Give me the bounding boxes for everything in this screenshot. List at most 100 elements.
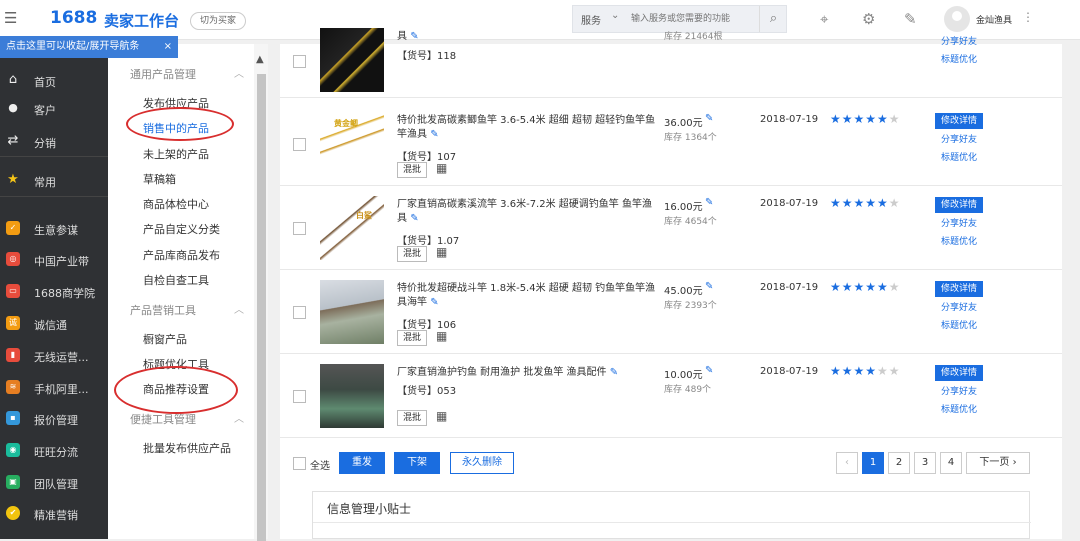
- resend-button[interactable]: 重发: [339, 452, 385, 474]
- sub-item-health-check[interactable]: 商品体检中心: [143, 196, 209, 212]
- share-link[interactable]: 分享好友: [941, 132, 977, 145]
- pager-page-1[interactable]: 1: [862, 452, 884, 474]
- brand-number[interactable]: 1688: [50, 8, 97, 28]
- edit-icon[interactable]: ✎: [705, 113, 713, 124]
- nav-item-common[interactable]: ★ 常用: [0, 170, 108, 194]
- nav-item-wireless[interactable]: ▮ 无线运营...: [0, 345, 108, 369]
- product-image[interactable]: [320, 280, 384, 344]
- nav-item-mobile-ali[interactable]: ≋ 手机阿里...: [0, 377, 108, 401]
- product-title[interactable]: 特价批发超硬战斗竿 1.8米-5.4米 超硬 超韧 钓鱼竿鱼竿渔具海竿 ✎: [397, 282, 659, 310]
- nav-item-business-advisor[interactable]: ✓ 生意参谋: [0, 218, 108, 242]
- share-link[interactable]: 分享好友: [941, 300, 977, 313]
- wholesale-tag[interactable]: 混批: [397, 162, 427, 178]
- chevron-up-icon[interactable]: ︿: [234, 301, 244, 316]
- share-link[interactable]: 分享好友: [941, 34, 977, 47]
- product-price: 16.00元: [664, 202, 703, 213]
- product-image[interactable]: [320, 364, 384, 428]
- row-checkbox[interactable]: [293, 138, 306, 151]
- edit-icon[interactable]: ✎: [610, 367, 618, 378]
- edit-details-button[interactable]: 修改详情: [935, 281, 983, 297]
- product-image[interactable]: 黄金鲫: [320, 112, 384, 176]
- brand-title[interactable]: 卖家工作台: [104, 10, 179, 31]
- row-checkbox[interactable]: [293, 306, 306, 319]
- edit-icon[interactable]: ✎: [705, 365, 713, 376]
- nav-item-academy[interactable]: ▭ 1688商学院: [0, 281, 108, 305]
- close-icon[interactable]: ×: [164, 36, 172, 58]
- wholesale-tag[interactable]: 混批: [397, 330, 427, 346]
- row-checkbox[interactable]: [293, 390, 306, 403]
- qrcode-icon[interactable]: ▦: [436, 409, 447, 423]
- edit-icon[interactable]: ✎: [430, 297, 438, 308]
- product-stock: 库存 489个: [664, 385, 712, 395]
- share-link[interactable]: 分享好友: [941, 384, 977, 397]
- section-title-marketing-tools[interactable]: 产品营销工具: [130, 302, 196, 318]
- edit-icon[interactable]: ✎: [430, 129, 438, 140]
- product-title[interactable]: 具 ✎: [397, 30, 659, 44]
- edit-icon[interactable]: ✎: [705, 197, 713, 208]
- nav-item-chengxintong[interactable]: 诚 诚信通: [0, 313, 108, 337]
- wangwang-icon: ◉: [6, 443, 20, 457]
- sub-item-showcase[interactable]: 橱窗产品: [143, 331, 187, 347]
- title-optimize-link[interactable]: 标题优化: [941, 52, 977, 65]
- pager-page-4[interactable]: 4: [940, 452, 962, 474]
- title-optimize-link[interactable]: 标题优化: [941, 402, 977, 415]
- qrcode-icon[interactable]: ▦: [436, 245, 447, 259]
- pager-page-3[interactable]: 3: [914, 452, 936, 474]
- select-all-label[interactable]: 全选: [310, 457, 330, 472]
- title-optimize-link[interactable]: 标题优化: [941, 234, 977, 247]
- menu-toggle-icon[interactable]: ☰: [4, 9, 17, 27]
- nav-item-marketing[interactable]: ✔ 精准营销: [0, 503, 108, 527]
- edit-icon[interactable]: ✎: [705, 281, 713, 292]
- nav-item-industry-belt[interactable]: ◎ 中国产业带: [0, 249, 108, 273]
- product-image[interactable]: 白鲨: [320, 196, 384, 260]
- edit-icon[interactable]: ✎: [410, 31, 418, 42]
- delete-forever-button[interactable]: 永久删除: [450, 452, 514, 474]
- sub-item-drafts[interactable]: 草稿箱: [143, 171, 176, 187]
- nav-collapse-tip[interactable]: 点击这里可以收起/展开导航条 ×: [0, 36, 178, 58]
- pager-page-2[interactable]: 2: [888, 452, 910, 474]
- product-title[interactable]: 厂家直销高碳素溪流竿 3.6米-7.2米 超硬调钓鱼竿 鱼竿渔具 ✎: [397, 198, 659, 226]
- switch-to-buyer-button[interactable]: 切为买家: [190, 12, 246, 30]
- qrcode-icon[interactable]: ▦: [436, 161, 447, 175]
- unlist-button[interactable]: 下架: [394, 452, 440, 474]
- row-checkbox[interactable]: [293, 55, 306, 68]
- edit-icon[interactable]: ✎: [410, 213, 418, 224]
- chevron-up-icon[interactable]: ▲: [256, 54, 264, 65]
- section-title-product-management[interactable]: 通用产品管理: [130, 66, 196, 82]
- nav-item-customer[interactable]: ● 客户: [0, 98, 108, 122]
- chevron-up-icon[interactable]: ︿: [234, 410, 244, 425]
- share-link[interactable]: 分享好友: [941, 216, 977, 229]
- row-checkbox[interactable]: [293, 222, 306, 235]
- nav-item-quote[interactable]: ▪ 报价管理: [0, 408, 108, 432]
- wholesale-tag[interactable]: 混批: [397, 246, 427, 262]
- nav-item-wangwang[interactable]: ◉ 旺旺分流: [0, 440, 108, 464]
- sub-item-library-publish[interactable]: 产品库商品发布: [143, 247, 220, 263]
- product-stock: 库存 1364个: [664, 133, 717, 143]
- product-row: 具 ✎ 【货号】118 库存 21464根 分享好友 标题优化: [280, 14, 1062, 98]
- sub-item-self-check[interactable]: 自检自查工具: [143, 272, 209, 288]
- select-all-checkbox[interactable]: [293, 457, 306, 470]
- sub-item-unlisted[interactable]: 未上架的产品: [143, 146, 209, 162]
- pager-prev-button[interactable]: ‹: [836, 452, 858, 474]
- nav-item-team[interactable]: ▣ 团队管理: [0, 472, 108, 496]
- edit-details-button[interactable]: 修改详情: [935, 197, 983, 213]
- left-nav: ⌂ 首页 ● 客户 ⇄ 分销 ★ 常用 ✓ 生意参谋 ◎ 中国产业带 ▭ 168…: [0, 58, 108, 539]
- sub-item-batch-publish[interactable]: 批量发布供应产品: [143, 440, 231, 456]
- pager-next-button[interactable]: 下一页 ›: [966, 452, 1030, 474]
- edit-details-button[interactable]: 修改详情: [935, 113, 983, 129]
- wholesale-tag[interactable]: 混批: [397, 410, 427, 426]
- scrollbar[interactable]: ▲: [254, 44, 268, 541]
- scrollbar-thumb[interactable]: [257, 74, 266, 541]
- nav-item-distribution[interactable]: ⇄ 分销: [0, 131, 108, 155]
- sub-item-custom-category[interactable]: 产品自定义分类: [143, 221, 220, 237]
- qrcode-icon[interactable]: ▦: [436, 329, 447, 343]
- product-title[interactable]: 厂家直销渔护钓鱼 耐用渔护 批发鱼竿 渔具配件 ✎: [397, 366, 659, 380]
- product-title[interactable]: 特价批发高碳素鲫鱼竿 3.6-5.4米 超细 超韧 超轻钓鱼竿鱼竿渔具 ✎: [397, 114, 659, 142]
- title-optimize-link[interactable]: 标题优化: [941, 318, 977, 331]
- edit-details-button[interactable]: 修改详情: [935, 365, 983, 381]
- product-image[interactable]: [320, 28, 384, 92]
- nav-item-home[interactable]: ⌂ 首页: [0, 70, 108, 94]
- chevron-up-icon[interactable]: ︿: [234, 65, 244, 80]
- title-optimize-link[interactable]: 标题优化: [941, 150, 977, 163]
- marketing-icon: ✔: [6, 506, 20, 520]
